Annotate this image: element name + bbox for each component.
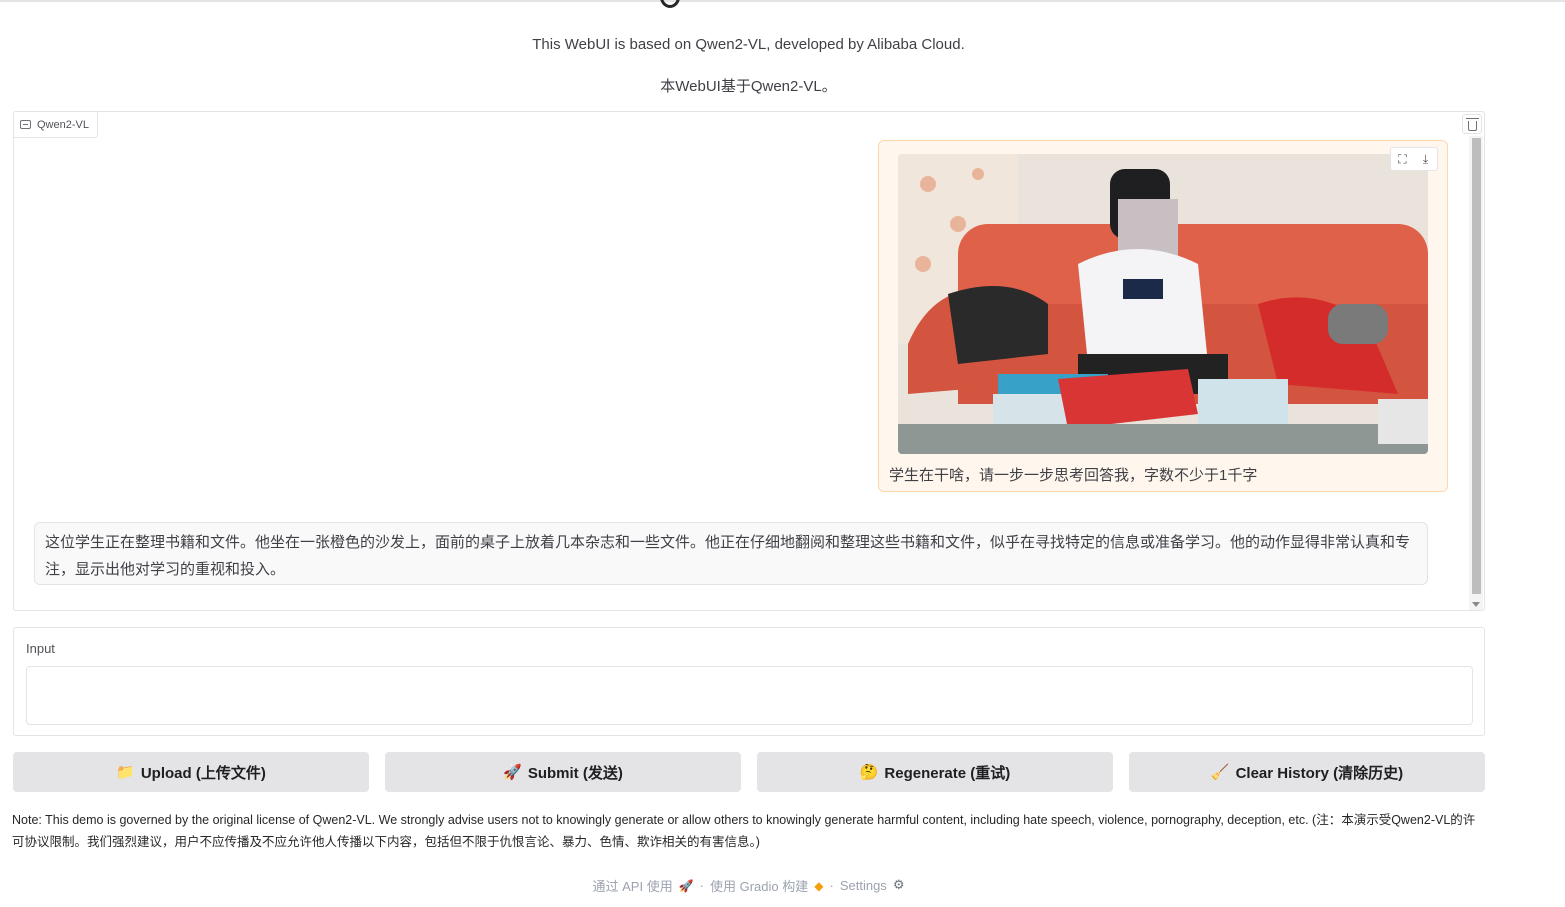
image-toolbar: ⛶ ⤓ [1390, 147, 1438, 171]
footer: 通过 API 使用 🚀 · 使用 Gradio 构建 ◆ · Settings … [0, 876, 1497, 895]
rocket-icon: 🚀 [503, 763, 522, 781]
chat-scrollbar[interactable] [1469, 136, 1483, 610]
user-image[interactable] [898, 154, 1428, 454]
upload-button-label: Upload (上传文件) [140, 764, 266, 782]
submit-button-label: Submit (发送) [527, 764, 623, 782]
broom-icon: 🧹 [1210, 763, 1230, 781]
chat-icon [20, 120, 31, 129]
input-label: Input [26, 641, 55, 656]
built-with-gradio-link[interactable]: 使用 Gradio 构建 [710, 876, 808, 895]
input-textbox[interactable] [26, 666, 1473, 725]
scrollbar-thumb[interactable] [1472, 138, 1481, 594]
license-note: Note: This demo is governed by the origi… [12, 813, 1476, 849]
footer-separator: · [699, 878, 704, 893]
regenerate-button[interactable]: 🤔 Regenerate (重试) [757, 752, 1113, 792]
fullscreen-icon[interactable]: ⛶ [1391, 148, 1414, 170]
user-message-text: 学生在干啥，请一步一步思考回答我，字数不少于1千字 [889, 467, 1258, 484]
scroll-down-arrow-icon[interactable] [1472, 602, 1480, 607]
thinking-face-icon: 🤔 [859, 763, 879, 781]
settings-link[interactable]: Settings [840, 878, 887, 893]
chatbot-panel: Qwen2-VL ⛶ ⤓ 学生在干啥，请一步一步思考回答我，字数不少于1千字 这… [13, 111, 1485, 611]
title-partial-glyph [660, 0, 680, 8]
upload-button[interactable]: 📁 Upload (上传文件) [13, 752, 369, 792]
bot-message-bubble: 这位学生正在整理书籍和文件。他坐在一张橙色的沙发上，面前的桌子上放着几本杂志和一… [34, 522, 1428, 585]
use-via-api-link[interactable]: 通过 API 使用 [593, 876, 673, 895]
download-icon[interactable]: ⤓ [1414, 148, 1437, 170]
user-message-bubble: ⛶ ⤓ 学生在干啥，请一步一步思考回答我，字数不少于1千字 [878, 140, 1448, 492]
subtitle-chinese: 本WebUI基于Qwen2-VL。 [660, 78, 837, 95]
clear-history-button[interactable]: 🧹 Clear History (清除历史) [1129, 752, 1485, 792]
folder-icon: 📁 [116, 763, 135, 781]
regenerate-button-label: Regenerate (重试) [884, 764, 1011, 782]
gradio-logo-icon: ◆ [814, 878, 824, 893]
clear-chat-button[interactable] [1462, 114, 1482, 134]
footer-separator: · [829, 878, 834, 893]
subtitle-english: This WebUI is based on Qwen2-VL, develop… [532, 36, 965, 53]
input-block: Input [13, 627, 1485, 736]
user-image-picture [898, 154, 1428, 454]
chatbot-label: Qwen2-VL [14, 112, 98, 138]
submit-button[interactable]: 🚀 Submit (发送) [385, 752, 741, 792]
chatbot-label-text: Qwen2-VL [37, 118, 89, 131]
top-border [0, 0, 1565, 2]
clear-history-button-label: Clear History (清除历史) [1235, 764, 1404, 782]
bot-message-text: 这位学生正在整理书籍和文件。他坐在一张橙色的沙发上，面前的桌子上放着几本杂志和一… [45, 534, 1411, 578]
trash-icon [1465, 117, 1479, 131]
rocket-icon: 🚀 [678, 878, 694, 893]
gear-icon: ⚙ [892, 878, 905, 893]
